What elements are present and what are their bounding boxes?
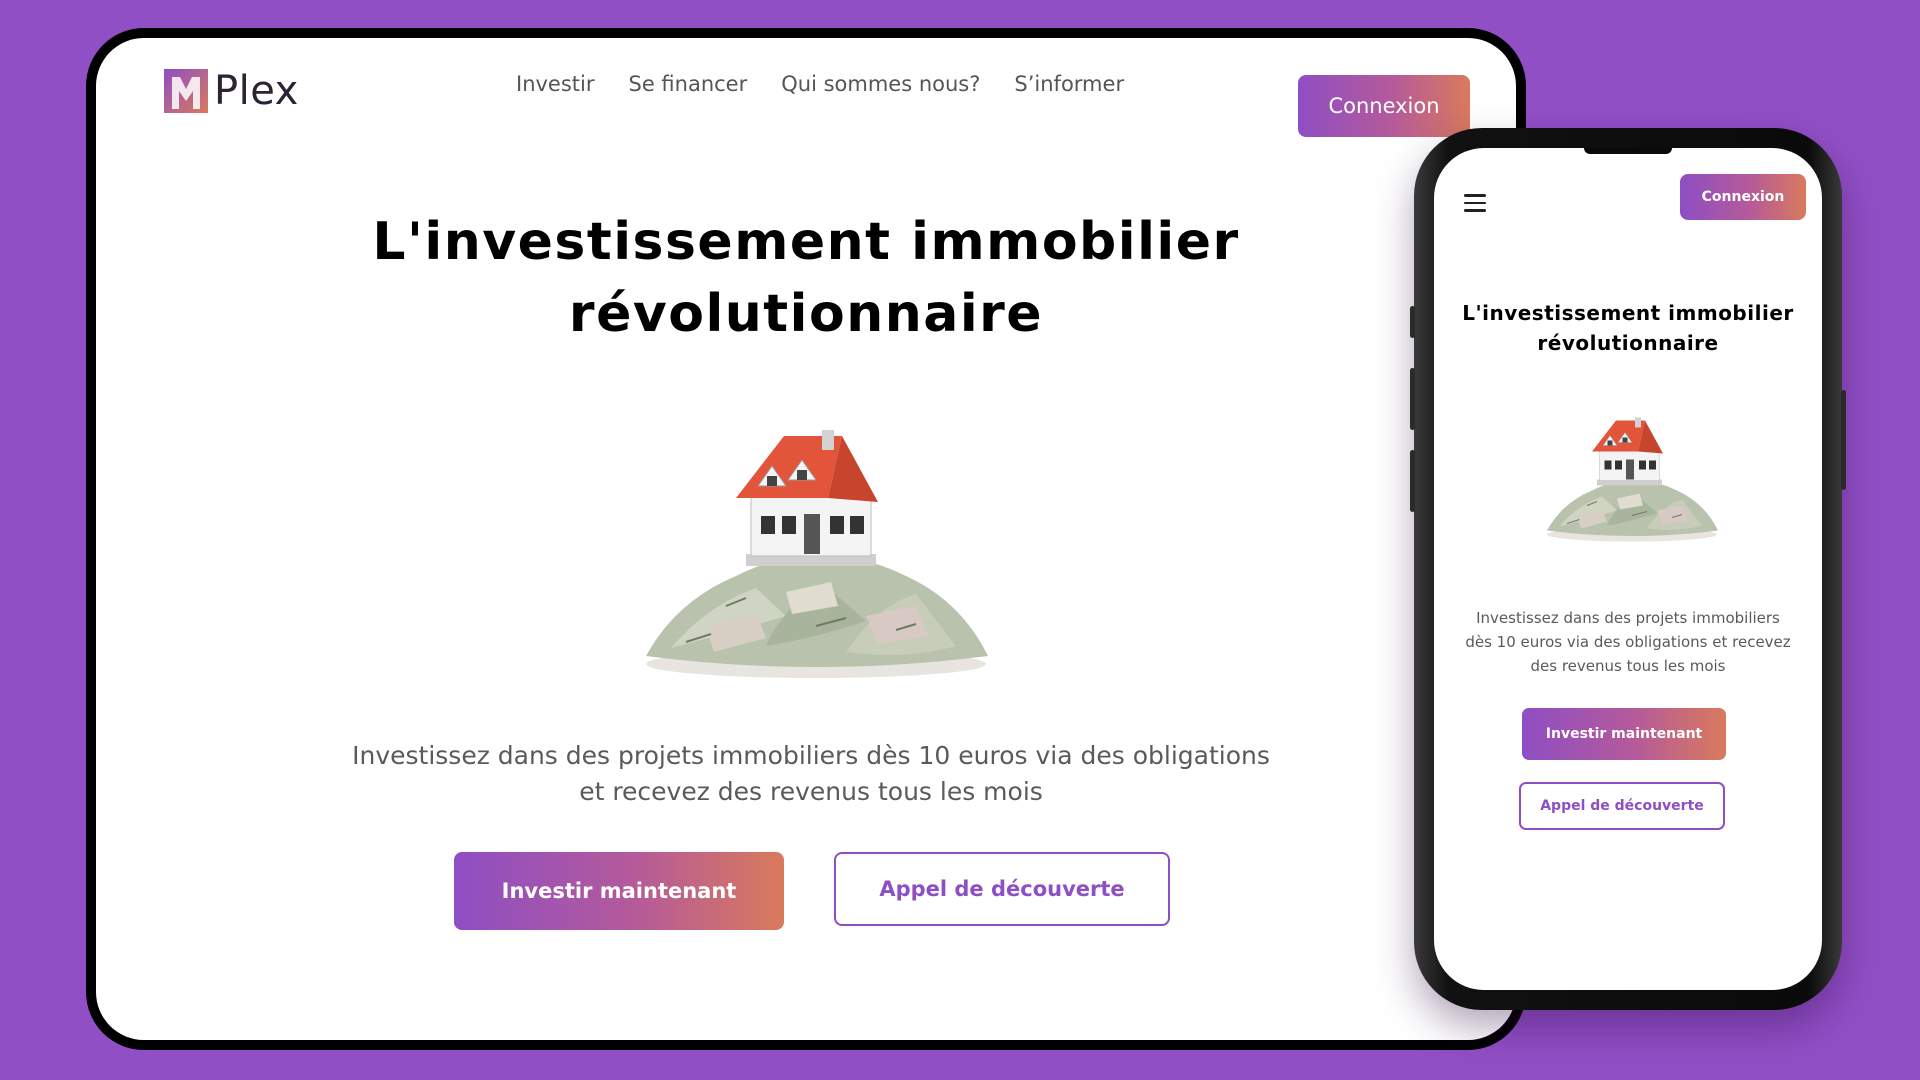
hero-subtitle: Investissez dans des projets immobiliers…	[346, 738, 1276, 810]
mobile-hero-title-line1: L'investissement immobilier	[1462, 301, 1794, 325]
hero-subtitle-line2: et recevez des revenus tous les mois	[579, 777, 1043, 806]
desktop-navbar: Plex Investir Se financer Qui sommes nou…	[96, 38, 1516, 138]
phone-device-frame: Connexion L'investissement immobilier ré…	[1410, 128, 1846, 1010]
nav-qui-sommes-nous[interactable]: Qui sommes nous?	[781, 72, 980, 96]
hero-title-line1: L'investissement immobilier	[372, 212, 1240, 272]
nav-investir[interactable]: Investir	[516, 72, 595, 96]
desktop-nav-menu: Investir Se financer Qui sommes nous? S’…	[516, 72, 1124, 96]
phone-screen: Connexion L'investissement immobilier ré…	[1434, 148, 1822, 990]
mobile-hero-title-line2: révolutionnaire	[1537, 331, 1719, 355]
mobile-house-on-money-pile-image	[1546, 417, 1719, 542]
hero-title: L'investissement immobilier révolutionna…	[96, 206, 1516, 350]
mobile-invest-now-button[interactable]: Investir maintenant	[1522, 708, 1726, 760]
mobile-hero-subtitle: Investissez dans des projets immobiliers…	[1452, 606, 1804, 678]
hero-title-line2: révolutionnaire	[568, 284, 1044, 344]
nav-se-financer[interactable]: Se financer	[629, 72, 748, 96]
invest-now-button[interactable]: Investir maintenant	[454, 852, 784, 930]
plex-logo-icon	[164, 69, 208, 113]
mobile-hero-subtitle-line3: des revenus tous les mois	[1530, 657, 1726, 675]
mobile-hero-subtitle-line1: Investissez dans des projets immobiliers	[1476, 609, 1780, 627]
desktop-device-frame: Plex Investir Se financer Qui sommes nou…	[86, 28, 1526, 1050]
desktop-screen: Plex Investir Se financer Qui sommes nou…	[96, 38, 1516, 1040]
logo[interactable]: Plex	[164, 68, 299, 114]
phone-notch	[1584, 148, 1672, 154]
mobile-hero-subtitle-line2: dès 10 euros via des obligations et rece…	[1465, 633, 1791, 651]
phone-volume-up	[1410, 368, 1415, 430]
mobile-hero-title: L'investissement immobilier révolutionna…	[1434, 298, 1822, 358]
login-button[interactable]: Connexion	[1298, 75, 1470, 137]
logo-text: Plex	[214, 68, 299, 114]
phone-volume-down	[1410, 450, 1415, 512]
house-on-money-pile-image	[645, 429, 989, 679]
phone-mute-switch	[1410, 306, 1415, 338]
mobile-login-button[interactable]: Connexion	[1680, 174, 1806, 220]
mobile-discovery-call-button[interactable]: Appel de découverte	[1519, 782, 1725, 830]
phone-power-button	[1841, 390, 1846, 490]
hamburger-menu-icon[interactable]	[1464, 194, 1486, 212]
discovery-call-button[interactable]: Appel de découverte	[834, 852, 1170, 926]
nav-s-informer[interactable]: S’informer	[1014, 72, 1124, 96]
hero-subtitle-line1: Investissez dans des projets immobiliers…	[352, 741, 1270, 770]
